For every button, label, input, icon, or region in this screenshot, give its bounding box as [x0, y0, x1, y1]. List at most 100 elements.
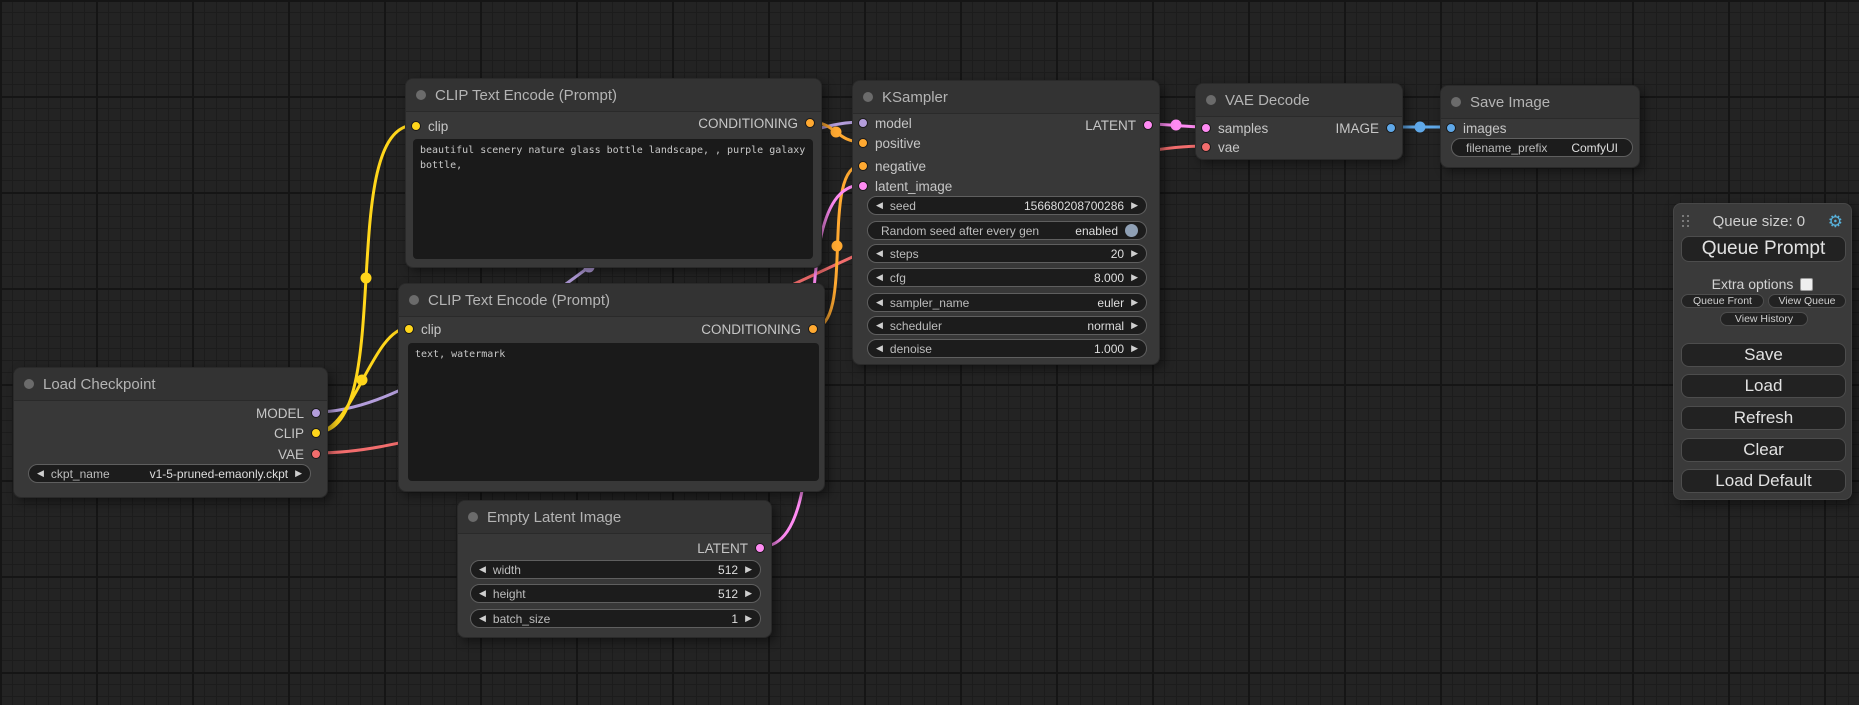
increment-arrow-icon[interactable]: ▶ — [745, 565, 752, 574]
load-button[interactable]: Load — [1681, 374, 1846, 398]
latent-port-dot-icon[interactable] — [755, 543, 765, 553]
refresh-button[interactable]: Refresh — [1681, 406, 1846, 430]
widget-denoise[interactable]: ◀ denoise 1.000 ▶ — [867, 339, 1147, 358]
increment-arrow-icon[interactable]: ▶ — [1131, 201, 1138, 210]
node-title-bar[interactable]: Empty Latent Image — [458, 501, 771, 534]
widget-steps[interactable]: ◀ steps 20 ▶ — [867, 244, 1147, 263]
widget-ckpt-name[interactable]: ◀ ckpt_name v1-5-pruned-emaonly.ckpt ▶ — [28, 464, 311, 483]
node-vae-decode[interactable]: VAE Decode samples vae IMAGE — [1195, 83, 1403, 160]
clear-button[interactable]: Clear — [1681, 438, 1846, 462]
decrement-arrow-icon[interactable]: ◀ — [876, 201, 883, 210]
node-collapse-dot-icon[interactable] — [416, 90, 426, 100]
prompt-textarea[interactable]: text, watermark — [408, 343, 819, 481]
node-collapse-dot-icon[interactable] — [1206, 95, 1216, 105]
node-save-image[interactable]: Save Image images filename_prefix ComfyU… — [1440, 85, 1640, 168]
widget-batch-size[interactable]: ◀ batch_size 1 ▶ — [470, 609, 761, 628]
conditioning-port-dot-icon[interactable] — [858, 161, 868, 171]
input-port-positive[interactable]: positive — [858, 136, 921, 150]
conditioning-port-dot-icon[interactable] — [858, 138, 868, 148]
output-port-clip[interactable]: CLIP — [274, 426, 321, 440]
conditioning-port-dot-icon[interactable] — [805, 118, 815, 128]
increment-arrow-icon[interactable]: ▶ — [745, 589, 752, 598]
increment-arrow-icon[interactable]: ▶ — [295, 469, 302, 478]
input-port-latent-image[interactable]: latent_image — [858, 179, 952, 193]
queue-front-button[interactable]: Queue Front — [1681, 294, 1764, 308]
widget-filename-prefix[interactable]: filename_prefix ComfyUI — [1451, 138, 1633, 157]
output-port-latent[interactable]: LATENT — [697, 541, 765, 555]
vae-port-dot-icon[interactable] — [311, 449, 321, 459]
output-port-vae[interactable]: VAE — [278, 447, 321, 461]
output-port-conditioning[interactable]: CONDITIONING — [701, 322, 818, 336]
widget-sampler-name[interactable]: ◀ sampler_name euler ▶ — [867, 293, 1147, 312]
input-port-images[interactable]: images — [1446, 121, 1507, 135]
model-port-dot-icon[interactable] — [858, 118, 868, 128]
decrement-arrow-icon[interactable]: ◀ — [37, 469, 44, 478]
node-title-bar[interactable]: Save Image — [1441, 86, 1639, 119]
gear-icon[interactable]: ⚙ — [1828, 213, 1843, 230]
widget-random-seed[interactable]: Random seed after every gen enabled — [867, 221, 1147, 240]
input-port-clip[interactable]: clip — [404, 322, 441, 336]
decrement-arrow-icon[interactable]: ◀ — [876, 249, 883, 258]
output-port-model[interactable]: MODEL — [256, 406, 321, 420]
widget-scheduler[interactable]: ◀ scheduler normal ▶ — [867, 316, 1147, 335]
node-collapse-dot-icon[interactable] — [409, 295, 419, 305]
node-ksampler[interactable]: KSampler model positive negative latent_… — [852, 80, 1160, 365]
increment-arrow-icon[interactable]: ▶ — [1131, 321, 1138, 330]
decrement-arrow-icon[interactable]: ◀ — [479, 589, 486, 598]
clip-port-dot-icon[interactable] — [411, 121, 421, 131]
latent-port-dot-icon[interactable] — [858, 181, 868, 191]
decrement-arrow-icon[interactable]: ◀ — [479, 565, 486, 574]
widget-height[interactable]: ◀ height 512 ▶ — [470, 584, 761, 603]
widget-cfg[interactable]: ◀ cfg 8.000 ▶ — [867, 268, 1147, 287]
latent-port-dot-icon[interactable] — [1143, 120, 1153, 130]
increment-arrow-icon[interactable]: ▶ — [1131, 273, 1138, 282]
input-port-samples[interactable]: samples — [1201, 121, 1268, 135]
node-title-bar[interactable]: Load Checkpoint — [14, 368, 327, 401]
load-default-button[interactable]: Load Default — [1681, 469, 1846, 493]
increment-arrow-icon[interactable]: ▶ — [1131, 344, 1138, 353]
increment-arrow-icon[interactable]: ▶ — [1131, 249, 1138, 258]
clip-port-dot-icon[interactable] — [311, 428, 321, 438]
toggle-icon[interactable] — [1125, 224, 1138, 237]
decrement-arrow-icon[interactable]: ◀ — [876, 321, 883, 330]
view-queue-button[interactable]: View Queue — [1768, 294, 1846, 308]
node-collapse-dot-icon[interactable] — [1451, 97, 1461, 107]
input-port-vae[interactable]: vae — [1201, 140, 1240, 154]
node-title-bar[interactable]: KSampler — [853, 81, 1159, 114]
latent-port-dot-icon[interactable] — [1201, 123, 1211, 133]
node-empty-latent-image[interactable]: Empty Latent Image LATENT ◀ width 512 ▶ … — [457, 500, 772, 638]
node-load-checkpoint[interactable]: Load Checkpoint MODEL CLIP VAE ◀ ckpt_na… — [13, 367, 328, 498]
widget-width[interactable]: ◀ width 512 ▶ — [470, 560, 761, 579]
node-collapse-dot-icon[interactable] — [24, 379, 34, 389]
node-graph-canvas[interactable]: Load Checkpoint MODEL CLIP VAE ◀ ckpt_na… — [0, 0, 1859, 705]
decrement-arrow-icon[interactable]: ◀ — [876, 273, 883, 282]
increment-arrow-icon[interactable]: ▶ — [1131, 298, 1138, 307]
decrement-arrow-icon[interactable]: ◀ — [876, 298, 883, 307]
output-port-latent[interactable]: LATENT — [1085, 118, 1153, 132]
output-port-conditioning[interactable]: CONDITIONING — [698, 116, 815, 130]
node-collapse-dot-icon[interactable] — [468, 512, 478, 522]
decrement-arrow-icon[interactable]: ◀ — [479, 614, 486, 623]
output-port-image[interactable]: IMAGE — [1335, 121, 1396, 135]
save-button[interactable]: Save — [1681, 343, 1846, 367]
vae-port-dot-icon[interactable] — [1201, 142, 1211, 152]
input-port-model[interactable]: model — [858, 116, 912, 130]
node-collapse-dot-icon[interactable] — [863, 92, 873, 102]
node-title-bar[interactable]: CLIP Text Encode (Prompt) — [406, 79, 821, 112]
view-history-button[interactable]: View History — [1720, 312, 1808, 326]
extra-options-checkbox[interactable] — [1800, 278, 1813, 291]
input-port-negative[interactable]: negative — [858, 159, 926, 173]
image-port-dot-icon[interactable] — [1386, 123, 1396, 133]
model-port-dot-icon[interactable] — [311, 408, 321, 418]
node-clip-text-encode-negative[interactable]: CLIP Text Encode (Prompt) clip CONDITION… — [398, 283, 825, 492]
increment-arrow-icon[interactable]: ▶ — [745, 614, 752, 623]
clip-port-dot-icon[interactable] — [404, 324, 414, 334]
node-clip-text-encode-positive[interactable]: CLIP Text Encode (Prompt) clip CONDITION… — [405, 78, 822, 268]
decrement-arrow-icon[interactable]: ◀ — [876, 344, 883, 353]
prompt-textarea[interactable]: beautiful scenery nature glass bottle la… — [413, 139, 813, 259]
node-title-bar[interactable]: VAE Decode — [1196, 84, 1402, 117]
conditioning-port-dot-icon[interactable] — [808, 324, 818, 334]
input-port-clip[interactable]: clip — [411, 119, 448, 133]
node-title-bar[interactable]: CLIP Text Encode (Prompt) — [399, 284, 824, 317]
queue-prompt-button[interactable]: Queue Prompt — [1681, 236, 1846, 262]
